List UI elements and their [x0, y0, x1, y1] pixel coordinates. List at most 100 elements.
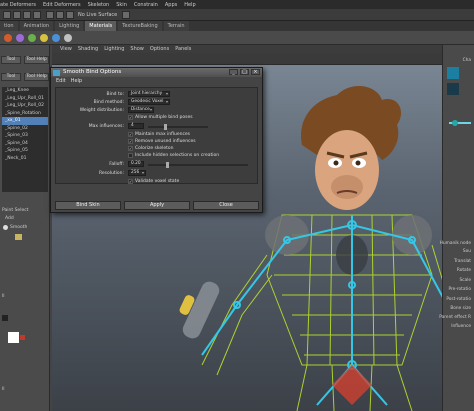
- shelf: [0, 31, 474, 45]
- list-item[interactable]: _Leg_Upr_Roll_01: [2, 95, 48, 103]
- checkbox-checked-icon: ✓: [128, 132, 133, 137]
- close-icon[interactable]: ×: [251, 69, 260, 75]
- checkbox-label: Remove unused influences: [135, 139, 196, 144]
- falloff-label: Falloff:: [109, 162, 124, 167]
- channel-label: Parent effect R: [439, 315, 471, 320]
- influence-list[interactable]: _Leg_Knee _Leg_Upr_Roll_01 _Leg_Upr_Roll…: [2, 87, 48, 192]
- menu-item-create-deformers[interactable]: ate Deformers: [0, 2, 36, 8]
- shelf-tab-rendering[interactable]: tion: [0, 21, 18, 31]
- weight-distribution-label: Weight distribution:: [79, 108, 124, 113]
- bind-skin-button[interactable]: Bind Skin: [55, 201, 121, 210]
- viewport-menu-shading[interactable]: Shading: [78, 46, 98, 52]
- color-swatch-red[interactable]: [20, 335, 25, 340]
- tool-reset-button-2[interactable]: Tool: [1, 73, 21, 81]
- channel-label: Translat: [454, 259, 471, 264]
- channel-label: Post-rotatio: [446, 297, 471, 302]
- channel-box-title: Cha: [462, 58, 471, 63]
- tool-reset-button[interactable]: Tool: [1, 56, 21, 64]
- bind-method-dropdown[interactable]: Geodesic Voxel: [128, 99, 170, 105]
- validate-voxel-state-checkbox[interactable]: ✓ Validate voxel state: [128, 179, 179, 184]
- radio-icon[interactable]: [3, 225, 8, 230]
- shelf-tab-materials[interactable]: Materials: [85, 21, 117, 31]
- max-influences-slider[interactable]: [148, 125, 208, 128]
- smooth-bind-options-dialog: Smooth Bind Options _ □ × Edit Help Bind…: [50, 67, 263, 213]
- list-item[interactable]: _Spine_04: [2, 140, 48, 148]
- tool-help-button[interactable]: Tool Help: [24, 56, 49, 64]
- channel-label: Sou: [462, 249, 471, 254]
- resolution-label: Resolution:: [98, 171, 124, 176]
- symmetry-icon[interactable]: [122, 11, 130, 19]
- character-icon[interactable]: [447, 83, 459, 95]
- remove-unused-influences-checkbox[interactable]: ✓ Remove unused influences: [128, 139, 196, 144]
- dialog-menu-help[interactable]: Help: [71, 78, 82, 86]
- apply-button[interactable]: Apply: [124, 201, 190, 210]
- channel-box-panel: Cha Humanik node Sou Translat Rotate Sca…: [439, 45, 474, 411]
- folder-icon[interactable]: [15, 234, 22, 240]
- humanik-icon[interactable]: [447, 67, 459, 79]
- minimize-icon[interactable]: _: [229, 69, 238, 75]
- snap-point-icon[interactable]: [23, 11, 31, 19]
- list-item[interactable]: _Spine_05: [2, 147, 48, 155]
- checkbox-label: Include hidden selections on creation: [135, 153, 220, 158]
- checkbox-checked-icon: ✓: [128, 139, 133, 144]
- tool-help-button-2[interactable]: Tool Help: [24, 73, 49, 81]
- live-surface-label[interactable]: No Live Surface: [78, 12, 117, 18]
- color-swatch-white[interactable]: [8, 332, 19, 343]
- weight-distribution-dropdown[interactable]: Distance: [128, 107, 154, 113]
- list-item[interactable]: _Leg_Knee: [2, 87, 48, 95]
- maintain-max-influences-checkbox[interactable]: ✓ Maintain max influences: [128, 132, 190, 137]
- dialog-menu-edit[interactable]: Edit: [56, 78, 66, 86]
- history-icon[interactable]: [46, 11, 54, 19]
- snap-grid-icon[interactable]: [3, 11, 11, 19]
- snap-curve-icon[interactable]: [13, 11, 21, 19]
- render-icon[interactable]: [56, 11, 64, 19]
- max-influences-slider-handle[interactable]: [164, 123, 167, 130]
- color-swatch-black[interactable]: [2, 315, 8, 321]
- material-sphere-icon: [64, 34, 72, 42]
- list-item[interactable]: _Neck_01: [2, 155, 48, 163]
- include-hidden-selections-checkbox[interactable]: Include hidden selections on creation: [128, 153, 219, 158]
- menu-item-skeleton[interactable]: Skeleton: [88, 2, 110, 8]
- allow-multiple-bind-poses-checkbox[interactable]: ✓ Allow multiple bind poses: [128, 115, 193, 120]
- falloff-field[interactable]: 0.20: [128, 161, 144, 167]
- close-button[interactable]: Close: [193, 201, 259, 210]
- list-item[interactable]: _Leg_Upr_Roll_02: [2, 102, 48, 110]
- list-item-selected[interactable]: _xx_01: [2, 117, 48, 125]
- viewport-menu-show[interactable]: Show: [130, 46, 144, 52]
- viewport-menu-options[interactable]: Options: [150, 46, 169, 52]
- menu-item-help[interactable]: Help: [184, 2, 195, 8]
- viewport-menu-panels[interactable]: Panels: [175, 46, 191, 52]
- list-item[interactable]: _Spine_03: [2, 132, 48, 140]
- bottom-label: ll: [2, 387, 5, 392]
- colorize-skeleton-checkbox[interactable]: ✓ Colorize skeleton: [128, 146, 174, 151]
- snap-view-icon[interactable]: [33, 11, 41, 19]
- material-sphere-icon: [40, 34, 48, 42]
- root-joint-marker: [332, 365, 372, 405]
- shelf-tab-texturebaking[interactable]: TextureBaking: [118, 21, 162, 31]
- bind-to-dropdown[interactable]: Joint hierarchy: [128, 91, 170, 97]
- falloff-slider-handle[interactable]: [166, 161, 169, 168]
- checkbox-checked-icon: ✓: [128, 146, 133, 151]
- menu-item-constrain[interactable]: Constrain: [134, 2, 158, 8]
- channel-label: Rotate: [456, 268, 471, 273]
- channel-label: Influence: [451, 324, 471, 329]
- max-influences-label: Max influences:: [88, 124, 124, 129]
- viewport-menu-lighting[interactable]: Lighting: [104, 46, 124, 52]
- falloff-slider[interactable]: [148, 163, 248, 166]
- list-item[interactable]: _Spine_Rotation: [2, 110, 48, 118]
- menu-item-edit-deformers[interactable]: Edit Deformers: [43, 2, 81, 8]
- max-influences-field[interactable]: 4: [128, 123, 144, 129]
- menu-item-apps[interactable]: Apps: [165, 2, 177, 8]
- viewport-menu-view[interactable]: View: [60, 46, 72, 52]
- shelf-tab-lighting[interactable]: Lighting: [55, 21, 84, 31]
- shelf-tab-terrain[interactable]: Terrain: [163, 21, 189, 31]
- list-item[interactable]: _Spine_02: [2, 125, 48, 133]
- shelf-tab-animation[interactable]: Animation: [19, 21, 54, 31]
- menu-item-skin[interactable]: Skin: [116, 2, 127, 8]
- material-sphere-icon: [28, 34, 36, 42]
- ipr-render-icon[interactable]: [66, 11, 74, 19]
- main-menubar: ate Deformers Edit Deformers Skeleton Sk…: [0, 0, 474, 9]
- resolution-dropdown[interactable]: 256: [128, 170, 146, 176]
- maximize-icon[interactable]: □: [240, 69, 249, 75]
- tool-settings-panel: Tool Tool Help Tool Tool Help _Leg_Knee …: [0, 45, 50, 411]
